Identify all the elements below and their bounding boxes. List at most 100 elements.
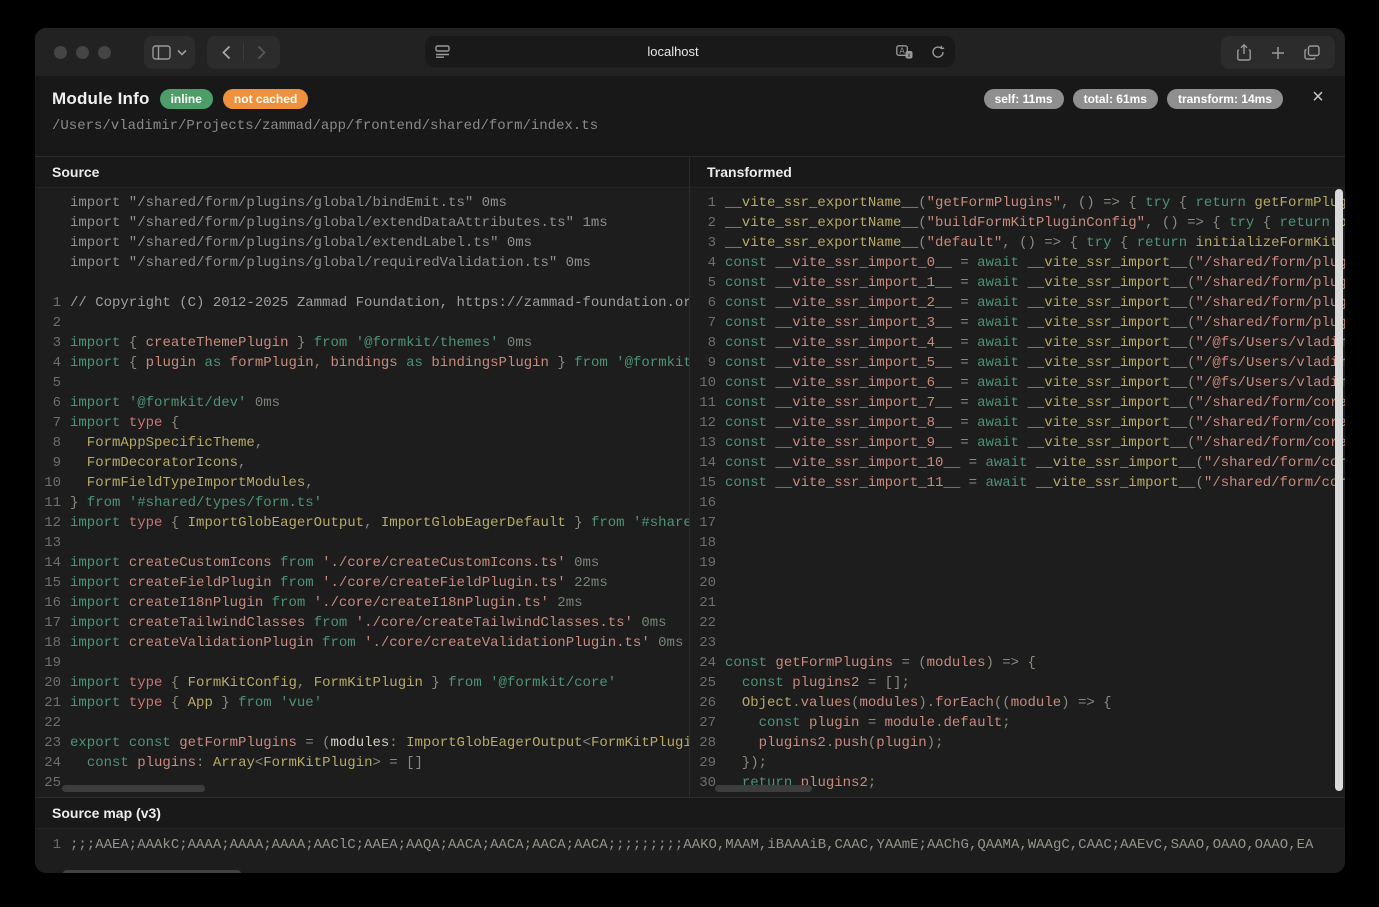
source-horizontal-scrollbar[interactable] bbox=[62, 785, 205, 792]
line-number: 2 bbox=[690, 213, 716, 233]
sourcemap-title: Source map (v3) bbox=[35, 798, 1345, 829]
line-number: 7 bbox=[690, 313, 716, 333]
transformed-pane-title: Transformed bbox=[690, 157, 1345, 188]
code-line: 5 bbox=[35, 373, 689, 393]
line-number: 10 bbox=[690, 373, 716, 393]
share-icon[interactable] bbox=[1227, 36, 1261, 69]
timing-badge-transform: transform: 14ms bbox=[1167, 89, 1283, 109]
line-number: 15 bbox=[690, 473, 716, 493]
code-line: 13const __vite_ssr_import_9__ = await __… bbox=[690, 433, 1345, 453]
new-tab-icon[interactable] bbox=[1261, 36, 1295, 69]
line-number bbox=[35, 273, 61, 293]
code-line: 16 bbox=[690, 493, 1345, 513]
svg-text:x: x bbox=[907, 52, 910, 58]
line-number bbox=[35, 213, 61, 233]
forward-icon[interactable] bbox=[244, 36, 278, 69]
sourcemap-section: Source map (v3) 1;;;AAEA;AAAkC;AAAA;AAAA… bbox=[35, 797, 1345, 873]
transformed-vertical-scrollbar[interactable] bbox=[1335, 189, 1343, 791]
line-number: 27 bbox=[690, 713, 716, 733]
sourcemap-horizontal-scrollbar[interactable] bbox=[63, 870, 241, 873]
transformed-pane: Transformed 1__vite_ssr_exportName__("ge… bbox=[690, 157, 1345, 797]
code-line: 20import type { FormKitConfig, FormKitPl… bbox=[35, 673, 689, 693]
line-number: 3 bbox=[690, 233, 716, 253]
code-line: 18 bbox=[690, 533, 1345, 553]
line-number: 5 bbox=[35, 373, 61, 393]
line-number: 19 bbox=[35, 653, 61, 673]
code-line: 15const __vite_ssr_import_11__ = await _… bbox=[690, 473, 1345, 493]
line-number: 12 bbox=[690, 413, 716, 433]
window-minimize-button[interactable] bbox=[76, 46, 89, 59]
line-number: 6 bbox=[690, 293, 716, 313]
translate-icon[interactable]: A x bbox=[887, 45, 921, 59]
line-number: 25 bbox=[35, 773, 61, 793]
code-line: 3__vite_ssr_exportName__("default", () =… bbox=[690, 233, 1345, 253]
code-line: 19 bbox=[35, 653, 689, 673]
transformed-horizontal-scrollbar[interactable] bbox=[715, 785, 812, 792]
code-line: 28 plugins2.push(plugin); bbox=[690, 733, 1345, 753]
tab-overview-icon[interactable] bbox=[1295, 36, 1329, 69]
code-line: 12import type { ImportGlobEagerOutput, I… bbox=[35, 513, 689, 533]
line-number: 9 bbox=[690, 353, 716, 373]
sourcemap-code: 1;;;AAEA;AAAkC;AAAA;AAAA;AAAA;AAClC;AAEA… bbox=[35, 829, 1345, 873]
code-line: 1// Copyright (C) 2012-2025 Zammad Found… bbox=[35, 293, 689, 313]
code-line: 10 FormFieldTypeImportModules, bbox=[35, 473, 689, 493]
line-number: 5 bbox=[690, 273, 716, 293]
line-number: 10 bbox=[35, 473, 61, 493]
line-number: 3 bbox=[35, 333, 61, 353]
page-title: Module Info bbox=[52, 89, 150, 109]
timing-badge-total: total: 61ms bbox=[1073, 89, 1158, 109]
sidebar-icon[interactable] bbox=[152, 45, 171, 60]
line-number bbox=[35, 193, 61, 213]
line-number: 23 bbox=[35, 733, 61, 753]
address-bar[interactable]: localhost A x bbox=[425, 36, 955, 67]
line-number: 7 bbox=[35, 413, 61, 433]
code-line: 23export const getFormPlugins = (modules… bbox=[35, 733, 689, 753]
code-line: 8const __vite_ssr_import_4__ = await __v… bbox=[690, 333, 1345, 353]
code-line: 27 const plugin = module.default; bbox=[690, 713, 1345, 733]
code-line: 15import createFieldPlugin from './core/… bbox=[35, 573, 689, 593]
code-line: 4const __vite_ssr_import_0__ = await __v… bbox=[690, 253, 1345, 273]
screen: localhost A x bbox=[0, 0, 1379, 907]
line-number: 11 bbox=[35, 493, 61, 513]
chevron-down-icon[interactable] bbox=[177, 49, 187, 56]
line-number: 22 bbox=[35, 713, 61, 733]
line-number: 8 bbox=[690, 333, 716, 353]
url-text: localhost bbox=[459, 44, 887, 59]
code-line bbox=[35, 273, 689, 293]
code-line: import "/shared/form/plugins/global/bind… bbox=[35, 193, 689, 213]
code-line: 7import type { bbox=[35, 413, 689, 433]
source-pane: Source import "/shared/form/plugins/glob… bbox=[35, 157, 690, 797]
reader-icon[interactable] bbox=[425, 45, 459, 58]
line-number: 6 bbox=[35, 393, 61, 413]
line-number: 21 bbox=[690, 593, 716, 613]
line-number: 18 bbox=[690, 533, 716, 553]
line-number: 15 bbox=[35, 573, 61, 593]
window-action-buttons bbox=[1221, 36, 1335, 69]
line-number: 4 bbox=[690, 253, 716, 273]
close-icon[interactable]: × bbox=[1305, 84, 1331, 110]
line-number: 26 bbox=[690, 693, 716, 713]
line-number: 18 bbox=[35, 633, 61, 653]
line-number: 29 bbox=[690, 753, 716, 773]
code-line: import "/shared/form/plugins/global/exte… bbox=[35, 233, 689, 253]
code-line: 16import createI18nPlugin from './core/c… bbox=[35, 593, 689, 613]
code-line: 2__vite_ssr_exportName__("buildFormKitPl… bbox=[690, 213, 1345, 233]
sidebar-toggle-group bbox=[144, 36, 195, 69]
window-close-button[interactable] bbox=[54, 46, 67, 59]
line-number: 17 bbox=[690, 513, 716, 533]
line-number: 13 bbox=[690, 433, 716, 453]
line-number: 11 bbox=[690, 393, 716, 413]
line-number: 1 bbox=[690, 193, 716, 213]
back-icon[interactable] bbox=[209, 36, 243, 69]
code-line: 22 bbox=[35, 713, 689, 733]
code-line: 7const __vite_ssr_import_3__ = await __v… bbox=[690, 313, 1345, 333]
line-number: 8 bbox=[35, 433, 61, 453]
code-line: 4import { plugin as formPlugin, bindings… bbox=[35, 353, 689, 373]
code-line: 11} from '#shared/types/form.ts' bbox=[35, 493, 689, 513]
code-panes: Source import "/shared/form/plugins/glob… bbox=[35, 156, 1345, 797]
window-zoom-button[interactable] bbox=[98, 46, 111, 59]
reload-icon[interactable] bbox=[921, 45, 955, 59]
code-line: 26 Object.values(modules).forEach((modul… bbox=[690, 693, 1345, 713]
line-number bbox=[35, 233, 61, 253]
code-line: 17import createTailwindClasses from './c… bbox=[35, 613, 689, 633]
